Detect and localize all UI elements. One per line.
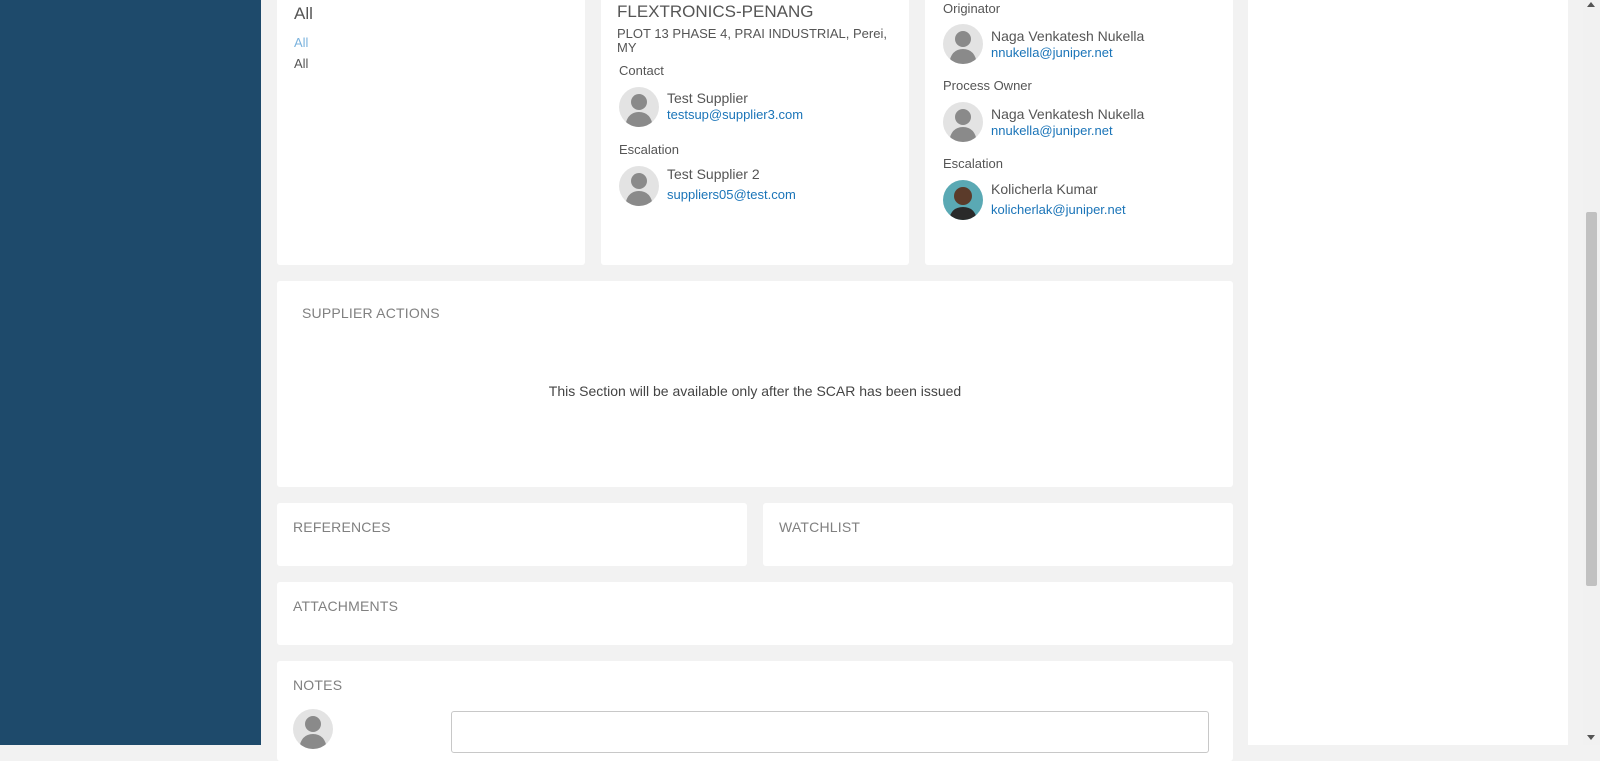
originator-avatar-icon <box>943 24 983 64</box>
watchlist-title[interactable]: WATCHLIST <box>779 519 860 535</box>
owner-escalation-email-link[interactable]: kolicherlak@juniper.net <box>991 202 1126 217</box>
references-title[interactable]: REFERENCES <box>293 519 391 535</box>
supplier-name: FLEXTRONICS-PENANG <box>617 2 814 21</box>
contact-email-link[interactable]: testsup@supplier3.com <box>667 107 803 122</box>
filter-value: All <box>294 56 309 71</box>
supplier-actions-message: This Section will be available only afte… <box>548 383 962 399</box>
process-owner-name: Naga Venkatesh Nukella <box>991 106 1145 122</box>
supplier-escalation-avatar-icon <box>619 166 659 206</box>
scroll-down-icon[interactable] <box>1587 735 1595 740</box>
supplier-escalation-label: Escalation <box>619 142 679 157</box>
attachments-title[interactable]: ATTACHMENTS <box>293 598 398 614</box>
owners-card: Originator Naga Venkatesh Nukella nnukel… <box>925 0 1233 265</box>
attachments-card: ATTACHMENTS <box>277 582 1233 645</box>
notes-input[interactable] <box>451 711 1209 753</box>
supplier-escalation-name: Test Supplier 2 <box>667 166 760 182</box>
escalation-photo-avatar <box>943 180 983 220</box>
filter-link[interactable]: All <box>294 35 308 50</box>
scroll-thumb[interactable] <box>1586 212 1597 586</box>
watchlist-card: WATCHLIST <box>763 503 1233 566</box>
notes-user-avatar-icon <box>293 709 333 749</box>
process-owner-label: Process Owner <box>943 78 1032 93</box>
process-owner-avatar-icon <box>943 102 983 142</box>
owner-escalation-name: Kolicherla Kumar <box>991 181 1098 197</box>
notes-title: NOTES <box>293 677 343 693</box>
filter-card: All All All <box>277 0 585 265</box>
process-owner-email-link[interactable]: nnukella@juniper.net <box>991 123 1113 138</box>
supplier-card: FLEXTRONICS-PENANG PLOT 13 PHASE 4, PRAI… <box>601 0 909 265</box>
contact-label: Contact <box>619 63 664 78</box>
supplier-escalation-email-link[interactable]: suppliers05@test.com <box>667 187 796 202</box>
owner-escalation-label: Escalation <box>943 156 1003 171</box>
supplier-actions-title: SUPPLIER ACTIONS <box>302 305 440 321</box>
right-panel <box>1248 0 1568 745</box>
scroll-up-icon[interactable] <box>1587 2 1595 7</box>
contact-avatar-icon <box>619 87 659 127</box>
supplier-actions-card: SUPPLIER ACTIONS This Section will be av… <box>277 281 1233 487</box>
originator-email-link[interactable]: nnukella@juniper.net <box>991 45 1113 60</box>
supplier-address: PLOT 13 PHASE 4, PRAI INDUSTRIAL, Perei,… <box>617 26 887 55</box>
contact-name: Test Supplier <box>667 90 748 106</box>
originator-name: Naga Venkatesh Nukella <box>991 28 1145 44</box>
references-card: REFERENCES <box>277 503 747 566</box>
originator-label: Originator <box>943 1 1001 16</box>
filter-heading: All <box>294 4 313 23</box>
vertical-scrollbar[interactable] <box>1583 0 1600 745</box>
left-sidebar <box>0 0 261 745</box>
